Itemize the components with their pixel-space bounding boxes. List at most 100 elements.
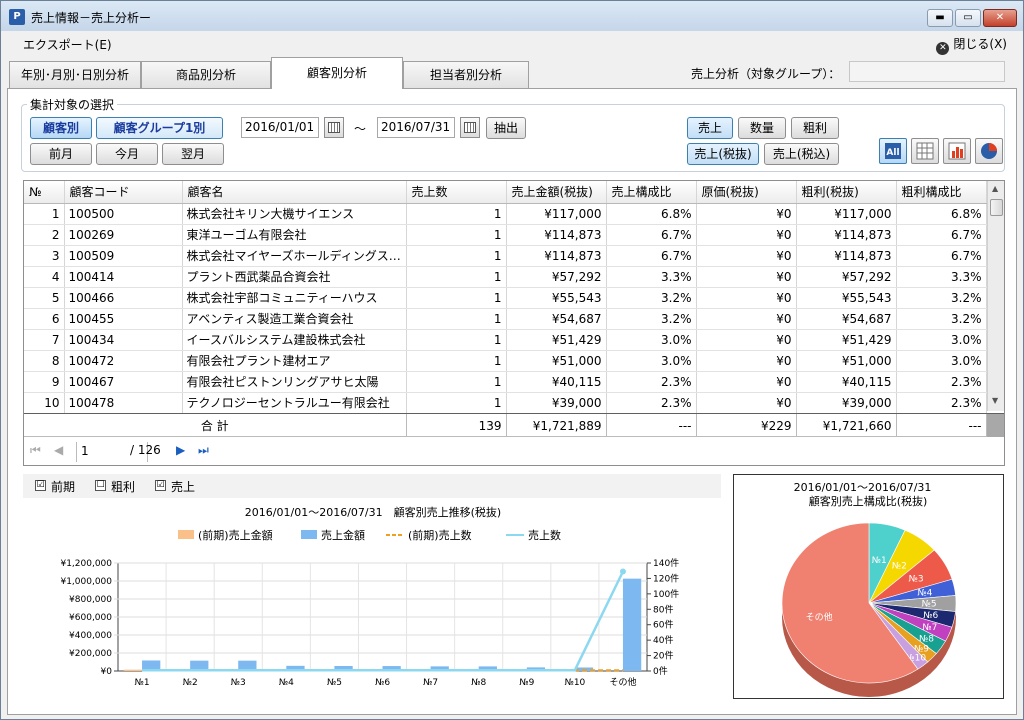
last-page-icon[interactable]: ⏭ (198, 443, 209, 458)
first-page-icon[interactable]: ⏮ (30, 443, 41, 458)
table-cell: 3.2% (606, 308, 697, 330)
legend-label: 売上金額 (321, 528, 365, 542)
tab-product-analysis[interactable]: 商品別分析 (141, 61, 271, 88)
table-cell: プラント西武薬品合資会社 (182, 266, 407, 288)
tab-period-analysis[interactable]: 年別･月別･日別分析 (9, 61, 141, 88)
table-row[interactable]: 9 100467 有限会社ピストンリングアサヒ太陽 1 ¥40,115 2.3% ¥0 ¥40… (24, 371, 987, 393)
all-view-icon: All (885, 143, 901, 159)
sales-incl-tax-toggle[interactable]: 売上(税込) (764, 143, 839, 165)
minimize-button[interactable]: ▬ (927, 9, 953, 27)
column-header[interactable]: 売上構成比 (606, 181, 697, 204)
close-label: 閉じる(X) (953, 37, 1007, 51)
column-header[interactable]: 原価(税抜) (696, 181, 797, 204)
tab-customer-analysis[interactable]: 顧客別分析 (271, 57, 403, 89)
table-cell: ¥0 (696, 392, 797, 414)
table-cell: ¥54,687 (506, 308, 607, 330)
prev-page-icon[interactable]: ◀ (54, 443, 63, 457)
quantity-toggle[interactable]: 数量 (738, 117, 786, 139)
calendar-icon (464, 122, 476, 133)
column-header[interactable]: 顧客コード (64, 181, 183, 204)
prev-period-label: 前期 (51, 480, 76, 494)
table-cell: 3.3% (606, 266, 697, 288)
total-label: 合 計 (24, 414, 407, 437)
pie-label: №2 (892, 561, 907, 571)
title-bar: P 売上情報－売上分析ー ▬ ▭ ✕ (1, 1, 1023, 31)
column-header[interactable]: 売上数 (406, 181, 507, 204)
table-row[interactable]: 1 100500 株式会社キリン大機サイエンス 1 ¥117,000 6.8% ¥0 ¥117… (24, 203, 987, 225)
table-cell: 100269 (64, 224, 183, 246)
view-table-button[interactable] (911, 138, 939, 164)
legend-swatch (301, 530, 317, 539)
maximize-button[interactable]: ▭ (955, 9, 981, 27)
table-cell: ¥0 (696, 371, 797, 393)
prev-month-button[interactable]: 前月 (30, 143, 92, 165)
next-page-icon[interactable]: ▶ (176, 443, 185, 457)
table-cell: 100472 (64, 350, 183, 372)
table-row[interactable]: 6 100455 アベンティス製造工業合資会社 1 ¥54,687 3.2% ¥0 ¥54,6… (24, 308, 987, 330)
table-cell: ¥0 (696, 224, 797, 246)
table-cell: 6.8% (896, 203, 987, 225)
table-cell: 1 (406, 329, 507, 351)
table-cell: 2.3% (606, 392, 697, 414)
sales-checkbox[interactable]: ☑ (155, 480, 166, 491)
column-header[interactable]: 粗利構成比 (896, 181, 987, 204)
chart-title: 2016/01/01～2016/07/31 顧客別売上推移(税抜) (245, 505, 501, 519)
next-month-button[interactable]: 翌月 (162, 143, 224, 165)
gross-checkbox[interactable]: ☐ (95, 480, 106, 491)
grid-vertical-scrollbar[interactable]: ▲ ▼ (987, 181, 1004, 411)
column-header[interactable]: № (24, 181, 65, 204)
table-cell: 株式会社宇部コミュニティーハウス (182, 287, 407, 309)
table-cell: イースバルシステム建設株式会社 (182, 329, 407, 351)
table-cell: ¥51,000 (796, 350, 897, 372)
view-pie-chart-button[interactable] (975, 138, 1003, 164)
table-cell: ¥0 (696, 203, 797, 225)
table-cell: 2 (24, 224, 65, 246)
table-cell: 3.2% (896, 287, 987, 309)
date-to-input[interactable]: 2016/07/31 (377, 117, 455, 138)
legend-label: (前期)売上数 (408, 528, 472, 542)
this-month-button[interactable]: 今月 (96, 143, 158, 165)
calendar-from-button[interactable] (324, 117, 344, 138)
gross-profit-toggle[interactable]: 粗利 (791, 117, 839, 139)
table-cell: 7 (24, 329, 65, 351)
sales-excl-tax-toggle[interactable]: 売上(税抜) (687, 143, 759, 165)
x-tick-label: №10 (564, 678, 585, 688)
table-cell: 4 (24, 266, 65, 288)
table-row[interactable]: 10 100478 テクノロジーセントラルユー有限会社 1 ¥39,000 2.3% ¥0 ¥… (24, 392, 987, 414)
table-cell: ¥57,292 (796, 266, 897, 288)
table-cell: ¥51,429 (796, 329, 897, 351)
close-window-button[interactable]: ✕ (983, 9, 1017, 27)
pie-label: №4 (917, 589, 932, 599)
x-tick-label: №7 (423, 678, 438, 688)
column-header[interactable]: 顧客名 (182, 181, 407, 204)
sales-toggle[interactable]: 売上 (687, 117, 733, 139)
table-row[interactable]: 8 100472 有限会社プラント建材エア 1 ¥51,000 3.0% ¥0 ¥51,000… (24, 350, 987, 372)
total-cost: ¥229 (696, 414, 797, 437)
prev-period-checkbox[interactable]: ☑ (35, 480, 46, 491)
table-row[interactable]: 7 100434 イースバルシステム建設株式会社 1 ¥51,429 3.0% ¥0 ¥51,… (24, 329, 987, 351)
scroll-down-icon[interactable]: ▼ (992, 396, 998, 405)
group-field[interactable] (849, 61, 1005, 82)
tab-staff-analysis[interactable]: 担当者別分析 (403, 61, 529, 88)
date-from-input[interactable]: 2016/01/01 (241, 117, 319, 138)
extract-button[interactable]: 抽出 (486, 117, 526, 139)
table-cell: 100434 (64, 329, 183, 351)
close-menu-item[interactable]: ✕ 閉じる(X) (936, 35, 1007, 55)
customer-group-button[interactable]: 顧客グループ1別 (96, 117, 223, 139)
menu-export[interactable]: エクスポート(E) (23, 36, 112, 53)
table-row[interactable]: 4 100414 プラント西武薬品合資会社 1 ¥57,292 3.3% ¥0 ¥57,292… (24, 266, 987, 288)
scroll-up-icon[interactable]: ▲ (992, 184, 998, 193)
calendar-to-button[interactable] (460, 117, 480, 138)
view-all-button[interactable]: All (879, 138, 907, 164)
table-row[interactable]: 2 100269 東洋ユーゴム有限会社 1 ¥114,873 6.7% ¥0 ¥114,873… (24, 224, 987, 246)
scroll-thumb[interactable] (990, 199, 1003, 216)
table-row[interactable]: 3 100509 株式会社マイヤーズホールディングス国際... 1 ¥114,873 6.… (24, 245, 987, 267)
table-row[interactable]: 5 100466 株式会社宇部コミュニティーハウス 1 ¥55,543 3.2% ¥0 ¥55… (24, 287, 987, 309)
table-cell: 100478 (64, 392, 183, 414)
column-header[interactable]: 粗利(税抜) (796, 181, 897, 204)
app-icon: P (9, 9, 25, 25)
customer-button[interactable]: 顧客別 (30, 117, 92, 139)
view-bar-chart-button[interactable] (943, 138, 971, 164)
column-header[interactable]: 売上金額(税抜) (506, 181, 607, 204)
table-cell: 3.2% (606, 287, 697, 309)
